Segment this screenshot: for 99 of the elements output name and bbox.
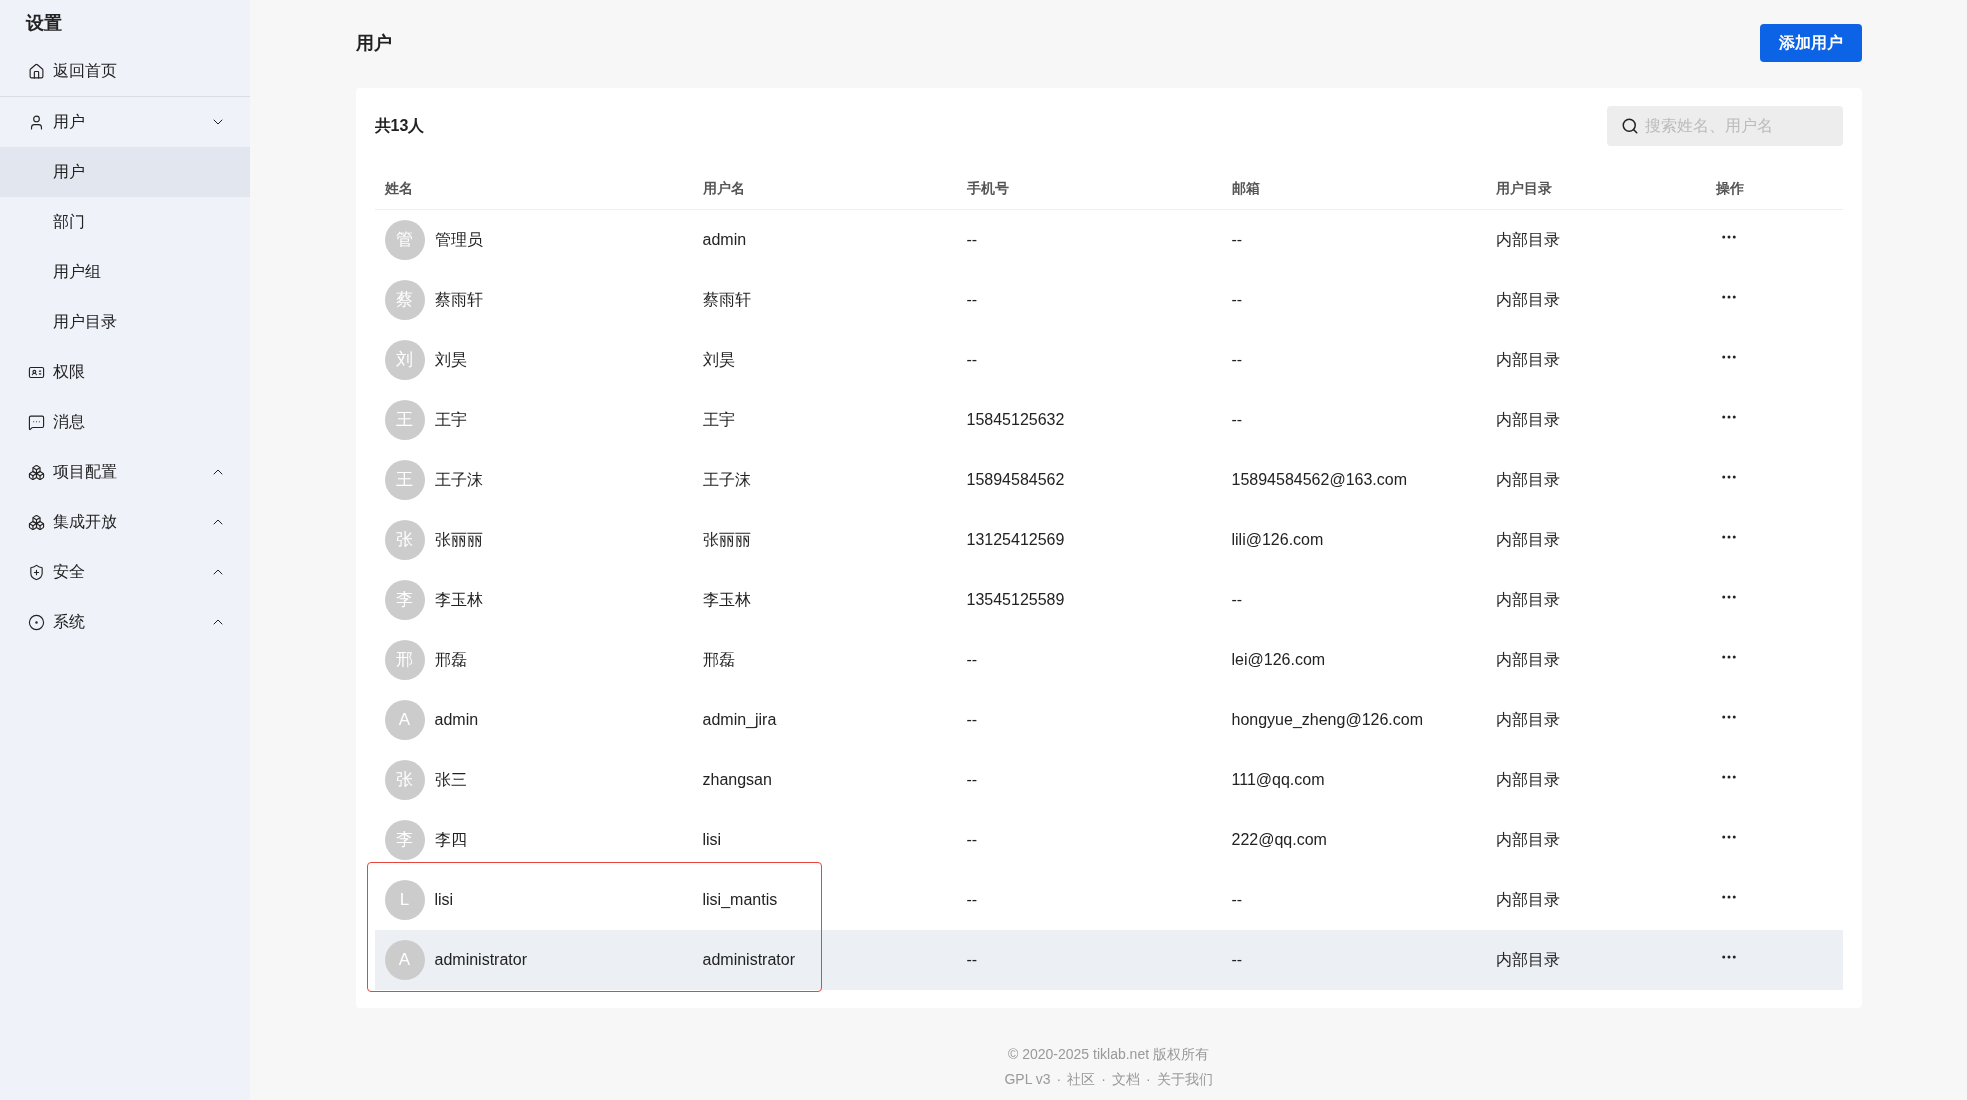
username-cell: zhangsan bbox=[702, 771, 772, 788]
sidebar-item[interactable]: 用户 bbox=[0, 97, 250, 147]
name-cell-text: lisi bbox=[434, 890, 454, 910]
username-cell: 王子沫 bbox=[702, 471, 751, 488]
email-cell: 111@qq.com bbox=[1231, 771, 1325, 788]
name-cell-text: 刘昊 bbox=[434, 350, 467, 370]
sidebar-title: 设置 bbox=[24, 11, 63, 35]
sidebar-item[interactable]: 项目配置 bbox=[0, 447, 250, 497]
phone-cell: -- bbox=[966, 711, 978, 728]
home-icon bbox=[28, 62, 45, 80]
username-cell: 李玉林 bbox=[702, 591, 751, 608]
phone-cell: 13125412569 bbox=[966, 531, 1065, 548]
circle-icon bbox=[28, 613, 45, 631]
column-header: 用户名 bbox=[702, 179, 745, 196]
email-cell: -- bbox=[1231, 351, 1243, 368]
email-cell: -- bbox=[1231, 291, 1243, 308]
username-cell: 王宇 bbox=[702, 411, 735, 428]
sidebar-item[interactable]: 集成开放 bbox=[0, 497, 250, 547]
add-user-button[interactable]: 添加用户 bbox=[1759, 24, 1862, 62]
directory-cell: 内部目录 bbox=[1495, 351, 1560, 368]
username-cell: 邢磊 bbox=[702, 651, 735, 668]
phone-cell: -- bbox=[966, 351, 978, 368]
username-cell: 蔡雨轩 bbox=[702, 291, 751, 308]
phone-cell: -- bbox=[966, 771, 978, 788]
email-cell: -- bbox=[1231, 891, 1243, 908]
username-cell: 张丽丽 bbox=[702, 531, 751, 548]
sidebar-item[interactable]: 权限 bbox=[0, 347, 250, 397]
email-cell: 222@qq.com bbox=[1231, 831, 1327, 848]
name-cell-text: 李四 bbox=[434, 830, 467, 850]
name-cell-text: 蔡雨轩 bbox=[434, 290, 483, 310]
boxes-icon bbox=[28, 463, 45, 481]
search-icon bbox=[1620, 117, 1639, 135]
name-cell-text: 李玉林 bbox=[434, 590, 483, 610]
column-header: 姓名 bbox=[384, 179, 413, 196]
column-header: 用户目录 bbox=[1495, 179, 1552, 196]
phone-cell: -- bbox=[966, 891, 978, 908]
directory-cell: 内部目录 bbox=[1495, 231, 1560, 248]
user-count: 共13人 bbox=[374, 116, 425, 136]
chat-icon bbox=[28, 413, 45, 431]
directory-cell: 内部目录 bbox=[1495, 951, 1560, 968]
email-cell: -- bbox=[1231, 231, 1243, 248]
sidebar-subitem[interactable]: 用户组 bbox=[0, 247, 250, 297]
email-cell: lili@126.com bbox=[1231, 531, 1324, 548]
shield-icon bbox=[28, 563, 45, 581]
email-cell: -- bbox=[1231, 951, 1243, 968]
sidebar-subitem[interactable]: 用户 bbox=[0, 147, 250, 197]
column-header: 操作 bbox=[1715, 179, 1744, 196]
phone-cell: -- bbox=[966, 651, 978, 668]
phone-cell: -- bbox=[966, 291, 978, 308]
directory-cell: 内部目录 bbox=[1495, 471, 1560, 488]
sidebar-item[interactable]: 返回首页 bbox=[0, 46, 250, 96]
boxes-icon bbox=[28, 513, 45, 531]
username-cell: 刘昊 bbox=[702, 351, 735, 368]
copyright-text: © 2020-2025 tiklab.net 版权所有 bbox=[1008, 1045, 1209, 1064]
sidebar-item[interactable]: 安全 bbox=[0, 547, 250, 597]
separator-dot: · bbox=[1145, 1070, 1151, 1089]
directory-cell: 内部目录 bbox=[1495, 771, 1560, 788]
phone-cell: -- bbox=[966, 231, 978, 248]
directory-cell: 内部目录 bbox=[1495, 291, 1560, 308]
sidebar-subitem[interactable]: 部门 bbox=[0, 197, 250, 247]
name-cell-text: 张三 bbox=[434, 770, 467, 790]
phone-cell: 15894584562 bbox=[966, 471, 1065, 488]
phone-cell: -- bbox=[966, 831, 978, 848]
username-cell: lisi bbox=[702, 831, 722, 848]
username-cell: administrator bbox=[702, 951, 795, 968]
directory-cell: 内部目录 bbox=[1495, 711, 1560, 728]
email-cell: 15894584562@163.com bbox=[1231, 471, 1407, 488]
phone-cell: 13545125589 bbox=[966, 591, 1065, 608]
phone-cell: 15845125632 bbox=[966, 411, 1065, 428]
column-header: 邮箱 bbox=[1231, 179, 1260, 196]
name-cell-text: administrator bbox=[434, 950, 527, 970]
username-cell: admin_jira bbox=[702, 711, 777, 728]
phone-cell: -- bbox=[966, 951, 978, 968]
page-title: 用户 bbox=[355, 31, 392, 55]
separator-dot: · bbox=[1101, 1070, 1106, 1089]
user-icon bbox=[28, 113, 45, 131]
directory-cell: 内部目录 bbox=[1495, 531, 1560, 548]
directory-cell: 内部目录 bbox=[1495, 891, 1560, 908]
username-cell: admin bbox=[702, 231, 747, 248]
sidebar-item[interactable]: 系统 bbox=[0, 597, 250, 647]
directory-cell: 内部目录 bbox=[1495, 591, 1560, 608]
name-cell-text: admin bbox=[434, 710, 479, 730]
name-cell-text: 管理员 bbox=[434, 230, 483, 250]
username-cell: lisi_mantis bbox=[702, 891, 778, 908]
name-cell-text: 邢磊 bbox=[434, 650, 467, 670]
sidebar-subitem[interactable]: 用户目录 bbox=[0, 297, 250, 347]
sidebar-item[interactable]: 消息 bbox=[0, 397, 250, 447]
directory-cell: 内部目录 bbox=[1495, 411, 1560, 428]
column-header: 手机号 bbox=[966, 179, 1009, 196]
name-cell-text: 王子沫 bbox=[434, 470, 483, 490]
email-cell: -- bbox=[1231, 411, 1243, 428]
email-cell: hongyue_zheng@126.com bbox=[1231, 711, 1423, 728]
directory-cell: 内部目录 bbox=[1495, 831, 1560, 848]
email-cell: lei@126.com bbox=[1231, 651, 1326, 668]
directory-cell: 内部目录 bbox=[1495, 651, 1560, 668]
separator-dot: · bbox=[1056, 1070, 1062, 1089]
name-cell-text: 张丽丽 bbox=[434, 530, 483, 550]
name-cell-text: 王宇 bbox=[434, 410, 467, 430]
email-cell: -- bbox=[1231, 591, 1243, 608]
